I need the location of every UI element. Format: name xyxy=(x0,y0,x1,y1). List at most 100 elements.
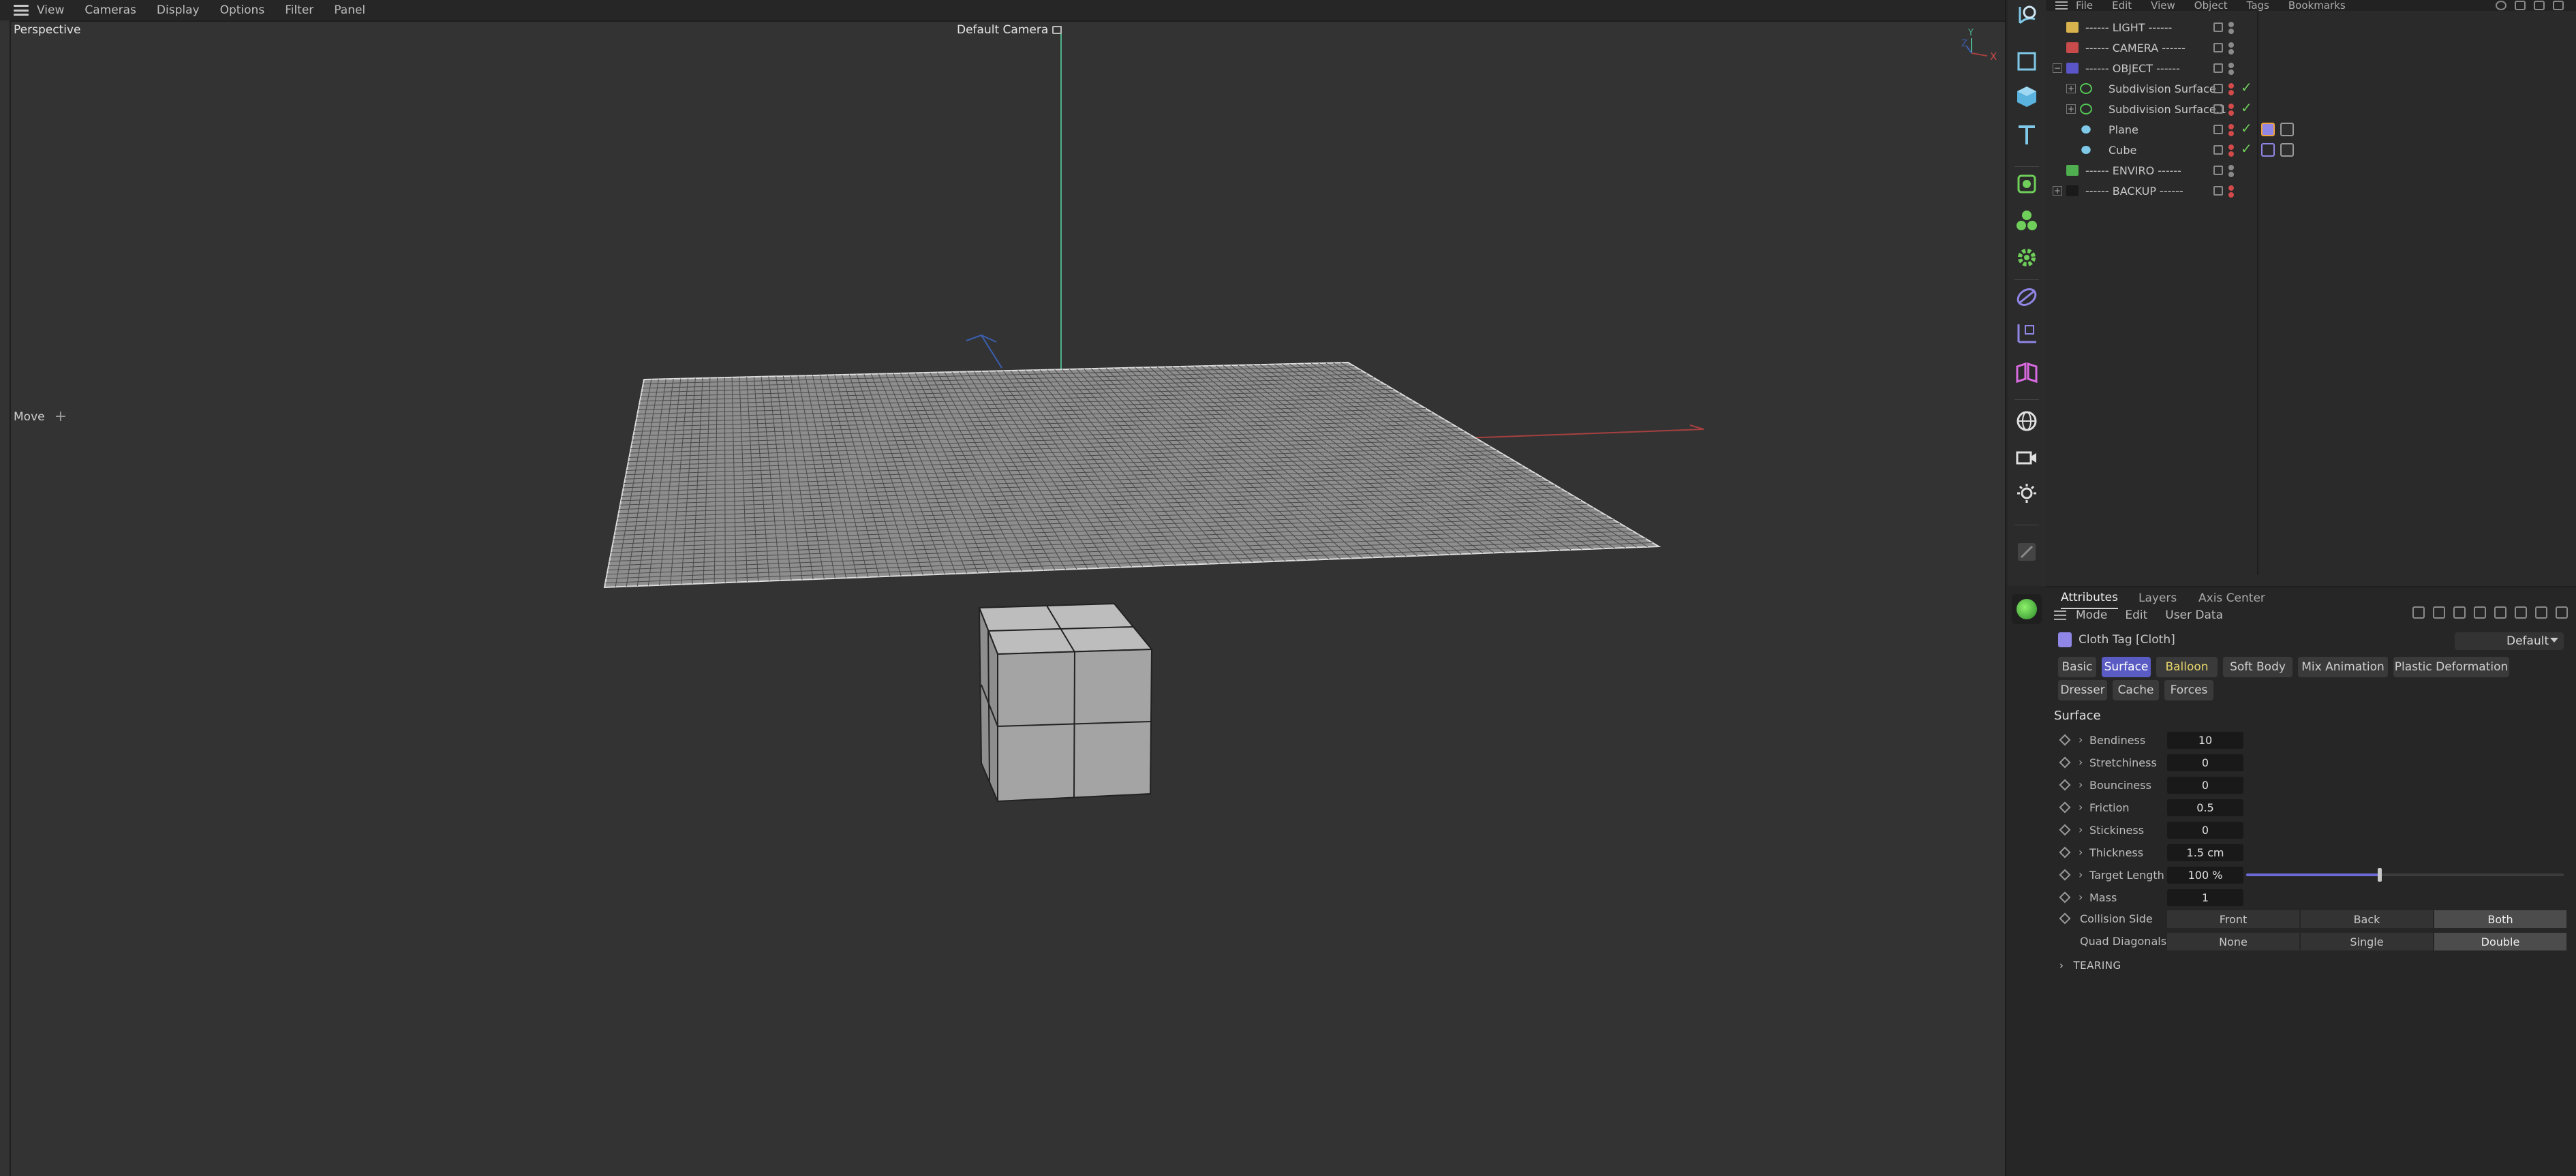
layer-checkbox-icon[interactable] xyxy=(2213,43,2223,52)
render-visibility-dot[interactable] xyxy=(2228,90,2234,95)
layer-checkbox-icon[interactable] xyxy=(2213,63,2223,73)
chevron-right-icon[interactable]: › xyxy=(2079,756,2083,769)
layer-checkbox-icon[interactable] xyxy=(2213,125,2223,134)
search-icon[interactable] xyxy=(2474,606,2486,619)
keyframe-diamond-icon[interactable] xyxy=(2059,801,2071,814)
layer-checkbox-icon[interactable] xyxy=(2213,166,2223,175)
editor-visibility-dot[interactable] xyxy=(2228,42,2234,48)
target-length-slider[interactable] xyxy=(2246,868,2564,882)
deformer-icon[interactable] xyxy=(2012,282,2042,312)
expand-toggle-icon[interactable]: + xyxy=(2066,104,2076,114)
object-row[interactable]: + ------ BACKUP ------ xyxy=(2046,181,2257,200)
param-value-field[interactable]: 0 xyxy=(2167,822,2243,839)
chevron-right-icon[interactable]: › xyxy=(2079,868,2083,881)
object-row[interactable]: + Subdivision Surface xyxy=(2046,79,2257,98)
editor-visibility-dot[interactable] xyxy=(2228,144,2234,150)
hamburger-menu-icon[interactable] xyxy=(2054,610,2066,620)
expand-toggle-icon[interactable]: − xyxy=(2053,63,2062,73)
filter-icon[interactable] xyxy=(2494,606,2506,619)
object-row[interactable]: − ------ OBJECT ------ xyxy=(2046,59,2257,78)
editor-visibility-dot[interactable] xyxy=(2228,124,2234,129)
tab-forces[interactable]: Forces xyxy=(2164,680,2213,700)
cloner-icon[interactable] xyxy=(2012,206,2042,236)
object-row[interactable]: ------ CAMERA ------ xyxy=(2046,38,2257,57)
param-value-field[interactable]: 100 % xyxy=(2167,867,2243,884)
layer-checkbox-icon[interactable] xyxy=(2213,186,2223,196)
cloth-tag-preview-icon[interactable] xyxy=(2012,594,2042,624)
forward-arrow-icon[interactable] xyxy=(2433,606,2445,619)
editor-visibility-dot[interactable] xyxy=(2228,165,2234,170)
editor-visibility-dot[interactable] xyxy=(2228,63,2234,68)
target-icon[interactable] xyxy=(2535,606,2547,619)
om-menu-bookmarks[interactable]: Bookmarks xyxy=(2288,0,2346,11)
field-icon[interactable] xyxy=(2012,357,2042,387)
enabled-check-icon[interactable]: ✓ xyxy=(2241,80,2252,94)
filter-icon[interactable] xyxy=(2534,1,2545,10)
chevron-right-icon[interactable]: › xyxy=(2079,733,2083,746)
option-double[interactable]: Double xyxy=(2434,933,2568,950)
param-value-field[interactable]: 0 xyxy=(2167,754,2243,771)
keyframe-diamond-icon[interactable] xyxy=(2059,869,2071,881)
tab-soft-body[interactable]: Soft Body xyxy=(2223,657,2293,677)
tab-balloon[interactable]: Balloon xyxy=(2156,657,2218,677)
menu-display[interactable]: Display xyxy=(157,3,200,17)
lock-icon[interactable] xyxy=(2515,606,2527,619)
om-menu-view[interactable]: View xyxy=(2151,0,2175,11)
am-menu-edit[interactable]: Edit xyxy=(2125,608,2147,622)
chevron-right-icon[interactable]: › xyxy=(2079,778,2083,791)
enabled-check-icon[interactable]: ✓ xyxy=(2241,121,2252,135)
menu-filter[interactable]: Filter xyxy=(285,3,313,17)
param-value-field[interactable]: 0 xyxy=(2167,777,2243,794)
new-window-icon[interactable] xyxy=(2553,1,2564,10)
cube-icon[interactable] xyxy=(2012,82,2042,112)
tab-basic[interactable]: Basic xyxy=(2058,657,2096,677)
enabled-check-icon[interactable]: ✓ xyxy=(2241,101,2252,114)
gear-icon[interactable] xyxy=(2012,243,2042,273)
object-row[interactable]: Cube xyxy=(2046,140,2257,159)
menu-view[interactable]: View xyxy=(37,3,64,17)
search-icon[interactable] xyxy=(2496,1,2506,10)
tearing-group[interactable]: › TEARING xyxy=(2059,959,2121,972)
option-none[interactable]: None xyxy=(2167,933,2301,950)
param-value-field[interactable]: 1 xyxy=(2167,889,2243,906)
camera-icon[interactable] xyxy=(2012,443,2042,473)
spline-pen-icon[interactable] xyxy=(2012,318,2042,347)
keyframe-diamond-icon[interactable] xyxy=(2059,824,2071,836)
hamburger-menu-icon[interactable] xyxy=(2055,1,2068,10)
editor-visibility-dot[interactable] xyxy=(2228,104,2234,109)
om-menu-file[interactable]: File xyxy=(2076,0,2093,11)
object-row[interactable]: ------ ENVIRO ------ xyxy=(2046,161,2257,180)
keyframe-diamond-icon[interactable] xyxy=(2059,779,2071,791)
material-tag-icon[interactable] xyxy=(2280,123,2294,136)
material-tag-icon[interactable] xyxy=(2280,143,2294,157)
hamburger-menu-icon[interactable] xyxy=(14,5,29,16)
render-visibility-dot[interactable] xyxy=(2228,29,2234,34)
chevron-right-icon[interactable]: › xyxy=(2079,891,2083,903)
keyframe-diamond-icon[interactable] xyxy=(2059,846,2071,858)
up-arrow-icon[interactable] xyxy=(2453,606,2466,619)
home-icon[interactable] xyxy=(2515,1,2526,10)
object-row[interactable]: Plane xyxy=(2046,120,2257,139)
tab-plastic-deformation[interactable]: Plastic Deformation xyxy=(2393,657,2509,677)
text-icon[interactable] xyxy=(2012,120,2042,150)
light-icon[interactable] xyxy=(2012,480,2042,510)
object-row[interactable]: + Subdivision Surface.1 xyxy=(2046,99,2257,119)
new-window-icon[interactable] xyxy=(2556,606,2568,619)
cloth-tag-icon[interactable] xyxy=(2261,123,2275,136)
expand-toggle-icon[interactable]: + xyxy=(2053,186,2062,196)
slider-knob[interactable] xyxy=(2377,868,2382,882)
param-value-field[interactable]: 0.5 xyxy=(2167,799,2243,816)
layer-checkbox-icon[interactable] xyxy=(2213,104,2223,114)
option-single[interactable]: Single xyxy=(2301,933,2434,950)
brush-icon[interactable] xyxy=(2012,537,2042,567)
om-menu-object[interactable]: Object xyxy=(2194,0,2228,11)
tab-surface[interactable]: Surface xyxy=(2102,657,2151,677)
back-arrow-icon[interactable] xyxy=(2412,606,2425,619)
om-menu-edit[interactable]: Edit xyxy=(2112,0,2132,11)
param-value-field[interactable]: 10 xyxy=(2167,732,2243,749)
render-visibility-dot[interactable] xyxy=(2228,110,2234,116)
subdivision-surface-icon[interactable] xyxy=(2012,169,2042,199)
render-visibility-dot[interactable] xyxy=(2228,131,2234,136)
keyframe-diamond-icon[interactable] xyxy=(2059,912,2071,925)
param-value-field[interactable]: 1.5 cm xyxy=(2167,844,2243,861)
